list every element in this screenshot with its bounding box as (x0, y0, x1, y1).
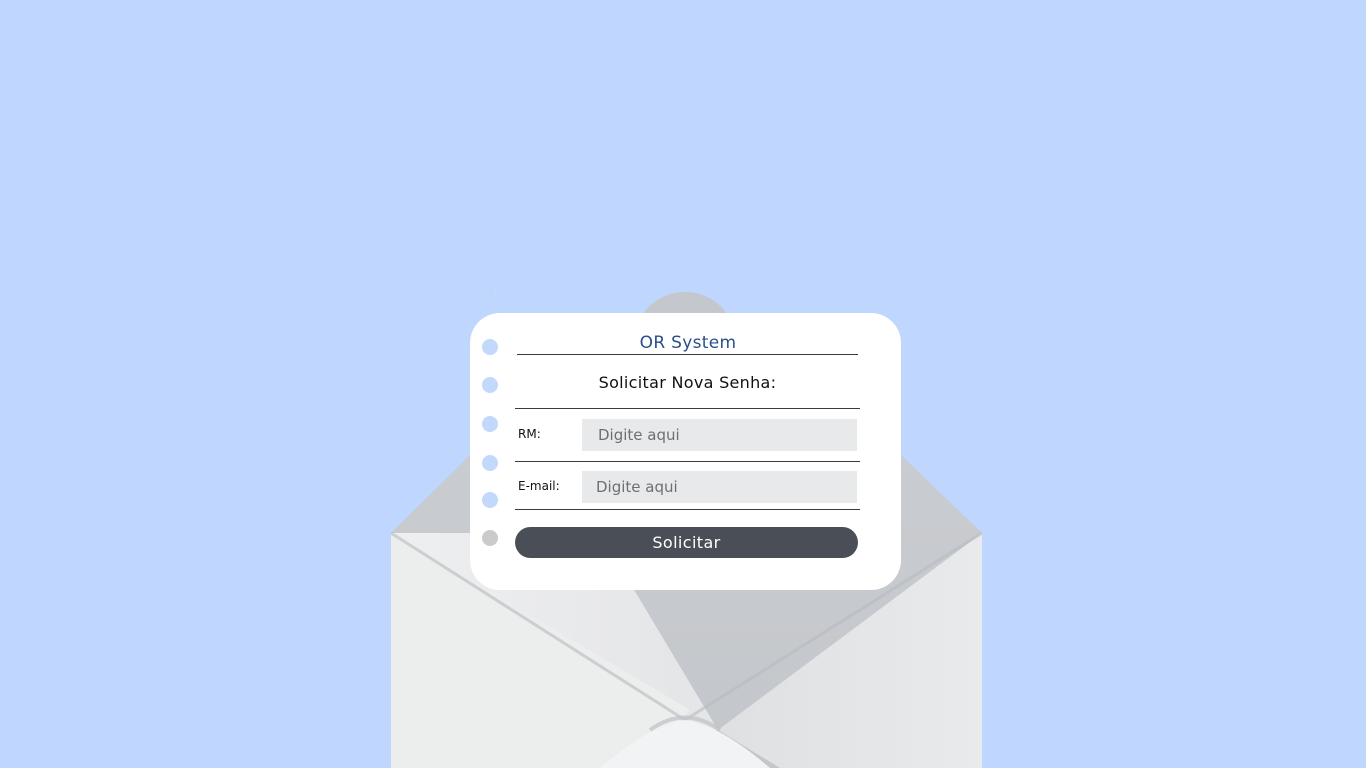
title-divider (517, 354, 858, 355)
email-divider (515, 509, 860, 510)
request-button[interactable]: Solicitar (515, 527, 858, 558)
email-input[interactable] (582, 471, 857, 503)
password-request-card: OR System Solicitar Nova Senha: RM: E-ma… (470, 313, 901, 590)
binder-hole-icon (482, 416, 498, 432)
form-heading: Solicitar Nova Senha: (598, 373, 777, 392)
rm-divider (515, 461, 860, 462)
page: OR System Solicitar Nova Senha: RM: E-ma… (0, 0, 1366, 768)
rm-input[interactable] (582, 419, 857, 451)
binder-hole-icon (482, 492, 498, 508)
binder-hole-icon (482, 339, 498, 355)
app-title: OR System (639, 333, 737, 353)
heading-divider (515, 408, 860, 409)
email-label: E-mail: (518, 479, 560, 493)
ring-marker (481, 284, 497, 300)
binder-hole-icon (482, 377, 498, 393)
binder-hole-icon (482, 455, 498, 471)
rm-label: RM: (518, 427, 541, 441)
binder-hole-icon (482, 530, 498, 546)
